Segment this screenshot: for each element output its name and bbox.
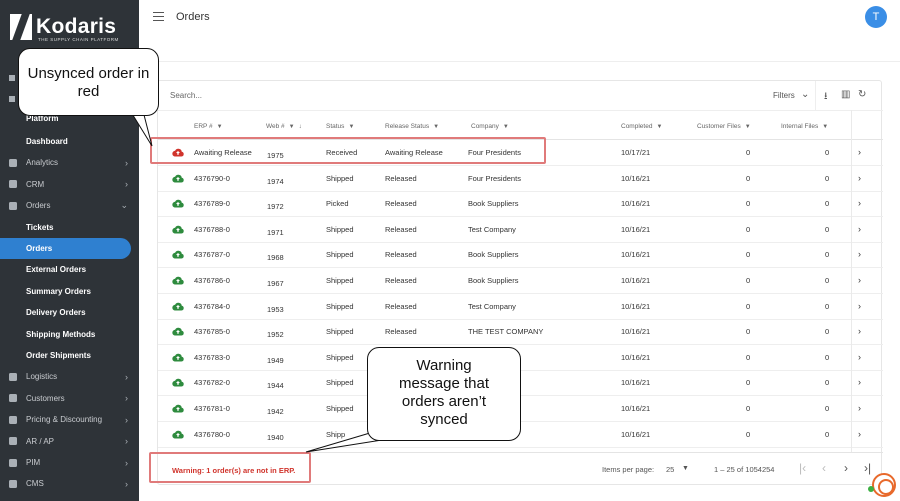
warning-callout: Warning message that orders aren’t synce… (367, 347, 521, 441)
unsynced-callout-pointer (130, 110, 153, 147)
online-status-dot (868, 486, 874, 492)
unsynced-callout-text: Unsynced order in red (27, 65, 150, 100)
unsynced-callout: Unsynced order in red (18, 48, 159, 116)
help-chat-icon[interactable] (872, 473, 896, 497)
warning-callout-text: Warning message that orders aren’t synce… (398, 357, 490, 428)
